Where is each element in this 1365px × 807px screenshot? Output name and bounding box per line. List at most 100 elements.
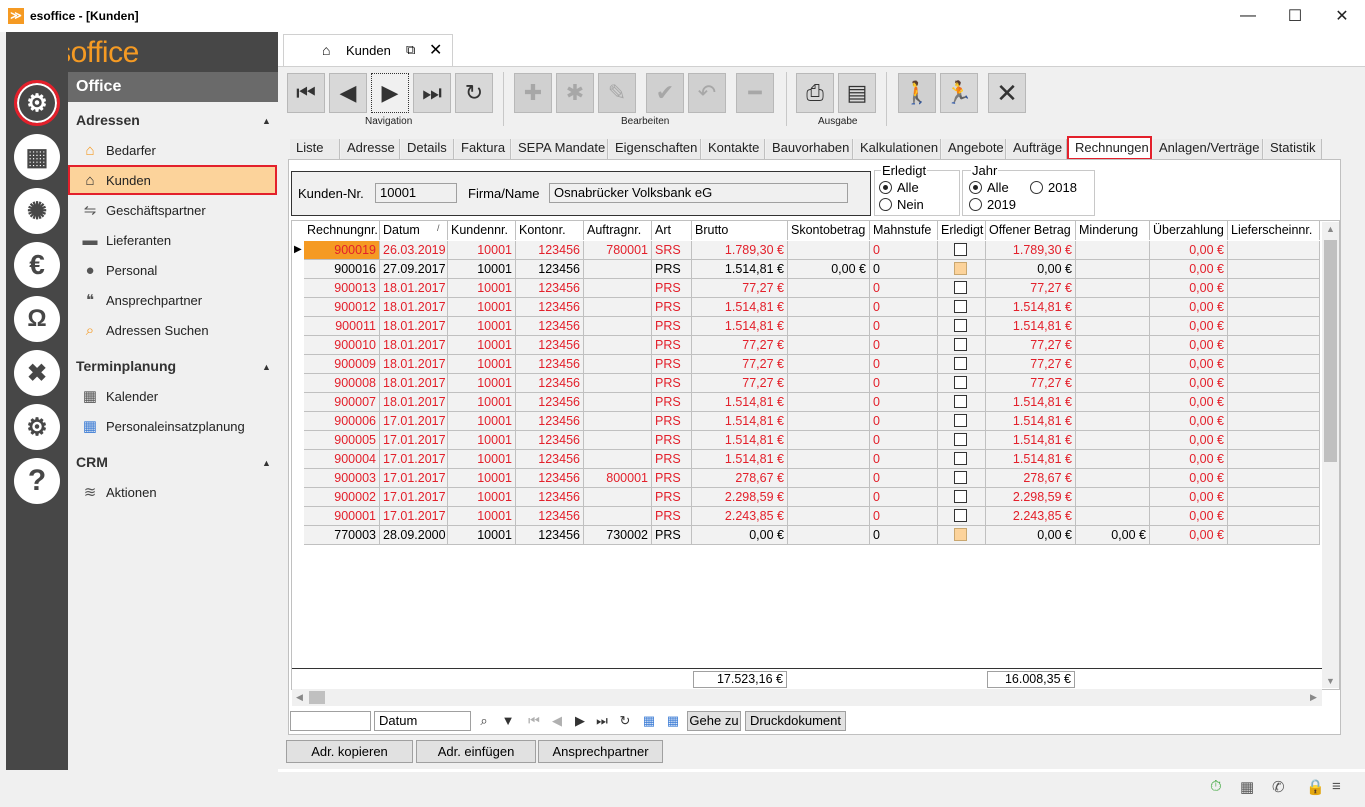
lock-icon[interactable]: 🔒: [1306, 778, 1325, 796]
scroll-down-icon[interactable]: ▼: [1326, 676, 1335, 686]
table-cell-datum[interactable]: 17.01.2017: [380, 507, 448, 526]
table-cell-datum[interactable]: 18.01.2017: [380, 355, 448, 374]
table-cell-art[interactable]: SRS: [652, 241, 692, 260]
table-cell-kundennr[interactable]: 10001: [448, 355, 516, 374]
nav-item-geschaeftspartner[interactable]: ⇋ Geschäftspartner: [70, 195, 276, 225]
first-record-button[interactable]: ⏮: [287, 73, 325, 113]
scroll-up-icon[interactable]: ▲: [1326, 224, 1335, 234]
next-icon[interactable]: ▶: [571, 712, 589, 730]
table-cell-erledigt[interactable]: [938, 241, 986, 260]
table-cell-kontonr[interactable]: 123456: [516, 526, 584, 545]
table-cell-art[interactable]: PRS: [652, 488, 692, 507]
table-cell-offener-betrag[interactable]: 77,27 €: [986, 355, 1076, 374]
jahr-alle-radio[interactable]: Alle: [969, 180, 1009, 195]
run-person-button[interactable]: 🏃: [940, 73, 978, 113]
nav-item-kunden[interactable]: ⌂ Kunden: [68, 165, 277, 195]
table-cell-minderung[interactable]: [1076, 260, 1150, 279]
tab-sepa-mandate[interactable]: SEPA Mandate: [512, 139, 608, 159]
table-cell-offener-betrag[interactable]: 1.789,30 €: [986, 241, 1076, 260]
table-cell-rechnungnr[interactable]: 900003: [304, 469, 380, 488]
tools-icon[interactable]: ✖: [14, 350, 60, 396]
table-cell-rechnungnr[interactable]: 900016: [304, 260, 380, 279]
table-cell-kundennr[interactable]: 10001: [448, 279, 516, 298]
table-cell-lieferscheinnr[interactable]: [1228, 393, 1320, 412]
table-cell-ueberzahlung[interactable]: 0,00 €: [1150, 336, 1228, 355]
table-cell-lieferscheinnr[interactable]: [1228, 241, 1320, 260]
table-cell-auftragnr[interactable]: [584, 507, 652, 526]
erledigt-alle-radio[interactable]: Alle: [879, 180, 919, 195]
print-button[interactable]: ⎙: [796, 73, 834, 113]
table-cell-rechnungnr[interactable]: 900010: [304, 336, 380, 355]
table-cell-kundennr[interactable]: 10001: [448, 374, 516, 393]
export-document-button[interactable]: ▤: [838, 73, 876, 113]
table-cell-ueberzahlung[interactable]: 0,00 €: [1150, 241, 1228, 260]
erledigt-checkbox[interactable]: [954, 395, 967, 408]
filter-icon[interactable]: ▼: [499, 712, 517, 730]
table-cell-offener-betrag[interactable]: 1.514,81 €: [986, 412, 1076, 431]
table-cell-minderung[interactable]: [1076, 393, 1150, 412]
table-cell-rechnungnr[interactable]: 900011: [304, 317, 380, 336]
table-cell-ueberzahlung[interactable]: 0,00 €: [1150, 393, 1228, 412]
next-record-button[interactable]: ▶: [371, 73, 409, 113]
search-icon[interactable]: ⌕: [475, 712, 493, 730]
table-cell-kundennr[interactable]: 10001: [448, 469, 516, 488]
table-cell-minderung[interactable]: [1076, 298, 1150, 317]
table-cell-rechnungnr[interactable]: 900013: [304, 279, 380, 298]
table-cell-kundennr[interactable]: 10001: [448, 241, 516, 260]
table-cell-kontonr[interactable]: 123456: [516, 298, 584, 317]
table-cell-rechnungnr[interactable]: 900012: [304, 298, 380, 317]
col-minderung-header[interactable]: Minderung: [1076, 221, 1150, 240]
tab-anlagen-vertraege[interactable]: Anlagen/Verträge: [1153, 139, 1263, 159]
print-document-button[interactable]: Druckdokument: [745, 711, 846, 731]
table-cell-lieferscheinnr[interactable]: [1228, 526, 1320, 545]
col-mahnstufe-header[interactable]: Mahnstufe: [870, 221, 938, 240]
table-cell-skontobetrag[interactable]: [788, 450, 870, 469]
scroll-right-icon[interactable]: ▶: [1310, 692, 1317, 703]
table-cell-brutto[interactable]: 1.514,81 €: [692, 298, 788, 317]
doc-tab-kunden[interactable]: ⌂ Kunden ⧉ ✕: [283, 34, 453, 66]
table-cell-lieferscheinnr[interactable]: [1228, 469, 1320, 488]
table-cell-ueberzahlung[interactable]: 0,00 €: [1150, 260, 1228, 279]
table-cell-mahnstufe[interactable]: 0: [870, 431, 938, 450]
grid-export-icon[interactable]: ▦: [664, 712, 682, 730]
table-cell-mahnstufe[interactable]: 0: [870, 298, 938, 317]
search-field-select[interactable]: Datum: [374, 711, 471, 731]
erledigt-checkbox[interactable]: [954, 376, 967, 389]
table-cell-art[interactable]: PRS: [652, 260, 692, 279]
table-cell-brutto[interactable]: 77,27 €: [692, 279, 788, 298]
table-cell-mahnstufe[interactable]: 0: [870, 241, 938, 260]
table-cell-kundennr[interactable]: 10001: [448, 260, 516, 279]
table-cell-auftragnr[interactable]: [584, 431, 652, 450]
table-cell-skontobetrag[interactable]: [788, 374, 870, 393]
table-cell-offener-betrag[interactable]: 0,00 €: [986, 260, 1076, 279]
table-cell-kontonr[interactable]: 123456: [516, 374, 584, 393]
table-cell-lieferscheinnr[interactable]: [1228, 374, 1320, 393]
table-cell-lieferscheinnr[interactable]: [1228, 450, 1320, 469]
table-cell-kundennr[interactable]: 10001: [448, 431, 516, 450]
table-cell-lieferscheinnr[interactable]: [1228, 412, 1320, 431]
database-icon[interactable]: ≡: [1332, 778, 1341, 795]
table-cell-kontonr[interactable]: 123456: [516, 431, 584, 450]
table-cell-auftragnr[interactable]: 730002: [584, 526, 652, 545]
section-terminplanung[interactable]: Terminplanung: [76, 358, 176, 374]
grid-settings-icon[interactable]: ▦: [640, 712, 658, 730]
table-cell-lieferscheinnr[interactable]: [1228, 488, 1320, 507]
col-skontobetrag-header[interactable]: Skontobetrag: [788, 221, 870, 240]
table-cell-lieferscheinnr[interactable]: [1228, 336, 1320, 355]
table-cell-lieferscheinnr[interactable]: [1228, 507, 1320, 526]
table-cell-minderung[interactable]: [1076, 450, 1150, 469]
col-lieferscheinnr-header[interactable]: Lieferscheinnr.: [1228, 221, 1320, 240]
table-cell-kontonr[interactable]: 123456: [516, 260, 584, 279]
table-cell-skontobetrag[interactable]: [788, 298, 870, 317]
table-cell-kontonr[interactable]: 123456: [516, 450, 584, 469]
col-kontonr-header[interactable]: Kontonr.: [516, 221, 584, 240]
minimize-button[interactable]: —: [1225, 0, 1271, 32]
table-cell-brutto[interactable]: 2.243,85 €: [692, 507, 788, 526]
table-cell-kontonr[interactable]: 123456: [516, 279, 584, 298]
vertical-scroll-thumb[interactable]: [1324, 240, 1337, 462]
add-button[interactable]: ✚: [514, 73, 552, 113]
table-cell-minderung[interactable]: [1076, 279, 1150, 298]
phone-icon[interactable]: ✆: [1272, 778, 1285, 796]
search-input[interactable]: [290, 711, 371, 731]
table-cell-brutto[interactable]: 278,67 €: [692, 469, 788, 488]
